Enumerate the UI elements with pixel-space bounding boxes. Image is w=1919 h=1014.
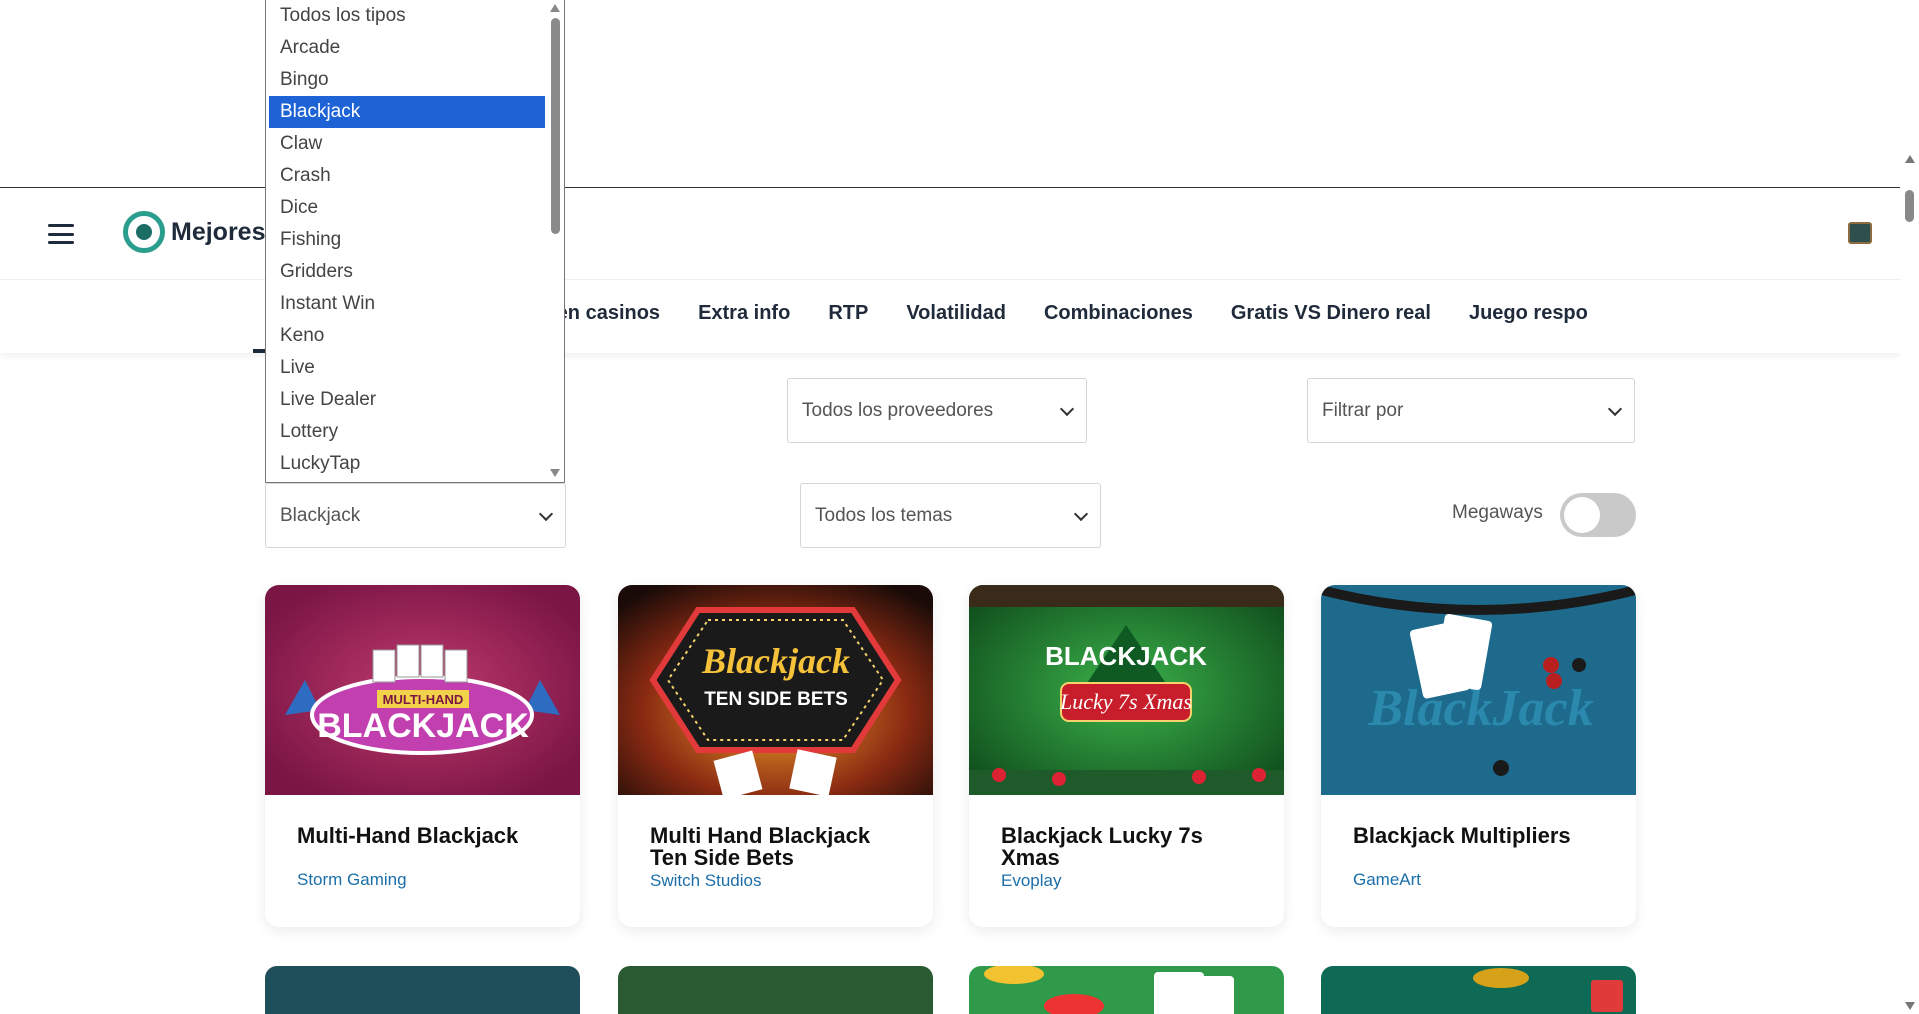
- nav-item-rtp[interactable]: RTP: [828, 302, 868, 325]
- dropdown-option[interactable]: Todos los tipos: [266, 0, 546, 32]
- chevron-down-icon: [1073, 506, 1089, 522]
- dropdown-option[interactable]: Arcade: [266, 32, 546, 64]
- game-card[interactable]: Blackjack TEN SIDE BETS Multi Hand Black…: [618, 585, 933, 927]
- megaways-toggle[interactable]: [1560, 493, 1636, 537]
- dropdown-option[interactable]: Bingo: [266, 64, 546, 96]
- dropdown-option[interactable]: Live: [266, 352, 546, 384]
- dropdown-option[interactable]: Lottery: [266, 416, 546, 448]
- game-thumbnail[interactable]: BlackJack: [1321, 585, 1636, 795]
- nav-item-volatilidad[interactable]: Volatilidad: [906, 302, 1006, 325]
- dropdown-options: Todos los tipos Arcade Bingo Blackjack C…: [266, 0, 546, 480]
- sort-select[interactable]: Filtrar por: [1307, 378, 1635, 443]
- game-card[interactable]: MULTI-HAND BLACKJACK Multi-Hand Blackjac…: [265, 585, 580, 927]
- chevron-down-icon: [538, 506, 554, 522]
- dropdown-option-selected[interactable]: Blackjack: [269, 96, 545, 128]
- dropdown-option[interactable]: Keno: [266, 320, 546, 352]
- scroll-thumb[interactable]: [1905, 190, 1914, 222]
- dropdown-option[interactable]: Instant Win: [266, 288, 546, 320]
- toggle-knob: [1564, 497, 1600, 533]
- nav-item-juego-responsable[interactable]: Juego respo: [1469, 302, 1588, 325]
- game-title[interactable]: Blackjack Multipliers: [1353, 825, 1613, 847]
- game-card[interactable]: BLACKJACK Lucky 7s Xmas Blackjack Lucky …: [969, 585, 1284, 927]
- game-type-dropdown[interactable]: Todos los tipos Arcade Bingo Blackjack C…: [265, 0, 565, 483]
- scroll-thumb[interactable]: [551, 18, 560, 234]
- thumbnail-text: BLACKJACK: [1045, 641, 1207, 671]
- dropdown-option[interactable]: Live Dealer: [266, 384, 546, 416]
- game-provider[interactable]: Evoplay: [1001, 871, 1061, 891]
- nav-item-combinaciones[interactable]: Combinaciones: [1044, 302, 1193, 325]
- language-flag-icon[interactable]: [1848, 222, 1872, 244]
- thumbnail-text-small: MULTI-HAND: [383, 692, 464, 707]
- scroll-up-icon[interactable]: [1905, 155, 1915, 163]
- nav-item-gratis-vs-dinero[interactable]: Gratis VS Dinero real: [1231, 302, 1431, 325]
- dropdown-option[interactable]: Crash: [266, 160, 546, 192]
- site-logo[interactable]: Mejores(: [123, 211, 274, 253]
- game-card[interactable]: [618, 966, 933, 1014]
- scroll-down-icon[interactable]: [1905, 1002, 1915, 1010]
- megaways-label: Megaways: [1452, 502, 1543, 523]
- dropdown-scrollbar[interactable]: [546, 0, 564, 482]
- thumbnail-text: Blackjack: [701, 641, 850, 681]
- logo-text: Mejores(: [171, 217, 274, 246]
- scroll-up-icon[interactable]: [550, 4, 560, 12]
- thumbnail-text: BlackJack: [1367, 680, 1593, 737]
- dropdown-option[interactable]: Claw: [266, 128, 546, 160]
- thumbnail-text-small: TEN SIDE BETS: [704, 689, 848, 710]
- dropdown-option[interactable]: Gridders: [266, 256, 546, 288]
- page-scrollbar[interactable]: [1900, 0, 1919, 1014]
- dropdown-option[interactable]: LuckyTap: [266, 448, 546, 480]
- page: Mejores( s en casinos Extra info RTP Vol…: [0, 0, 1919, 1014]
- game-card[interactable]: [265, 966, 580, 1014]
- game-card[interactable]: [1321, 966, 1636, 1014]
- dropdown-option[interactable]: Dice: [266, 192, 546, 224]
- game-card[interactable]: [969, 966, 1284, 1014]
- game-type-select[interactable]: Blackjack: [265, 483, 566, 548]
- logo-icon: [123, 211, 165, 253]
- nav-item-extra-info[interactable]: Extra info: [698, 302, 790, 325]
- game-provider[interactable]: GameArt: [1353, 870, 1421, 890]
- game-thumbnail[interactable]: Blackjack TEN SIDE BETS: [618, 585, 933, 795]
- chevron-down-icon: [1607, 401, 1623, 417]
- dropdown-option[interactable]: Fishing: [266, 224, 546, 256]
- game-provider[interactable]: Switch Studios: [650, 871, 762, 891]
- themes-select[interactable]: Todos los temas: [800, 483, 1101, 548]
- game-title[interactable]: Multi-Hand Blackjack: [297, 825, 557, 847]
- game-title[interactable]: Multi Hand Blackjack Ten Side Bets: [650, 825, 910, 869]
- game-thumbnail[interactable]: BLACKJACK Lucky 7s Xmas: [969, 585, 1284, 795]
- game-provider[interactable]: Storm Gaming: [297, 870, 407, 890]
- game-thumbnail[interactable]: MULTI-HAND BLACKJACK: [265, 585, 580, 795]
- chevron-down-icon: [1059, 401, 1075, 417]
- menu-icon[interactable]: [48, 224, 74, 244]
- thumbnail-text-small: Lucky 7s Xmas: [1059, 689, 1192, 714]
- providers-select[interactable]: Todos los proveedores: [787, 378, 1087, 443]
- game-card[interactable]: BlackJack Blackjack Multipliers GameArt: [1321, 585, 1636, 927]
- game-title[interactable]: Blackjack Lucky 7s Xmas: [1001, 825, 1261, 869]
- thumbnail-text: BLACKJACK: [317, 707, 529, 745]
- scroll-down-icon[interactable]: [550, 469, 560, 477]
